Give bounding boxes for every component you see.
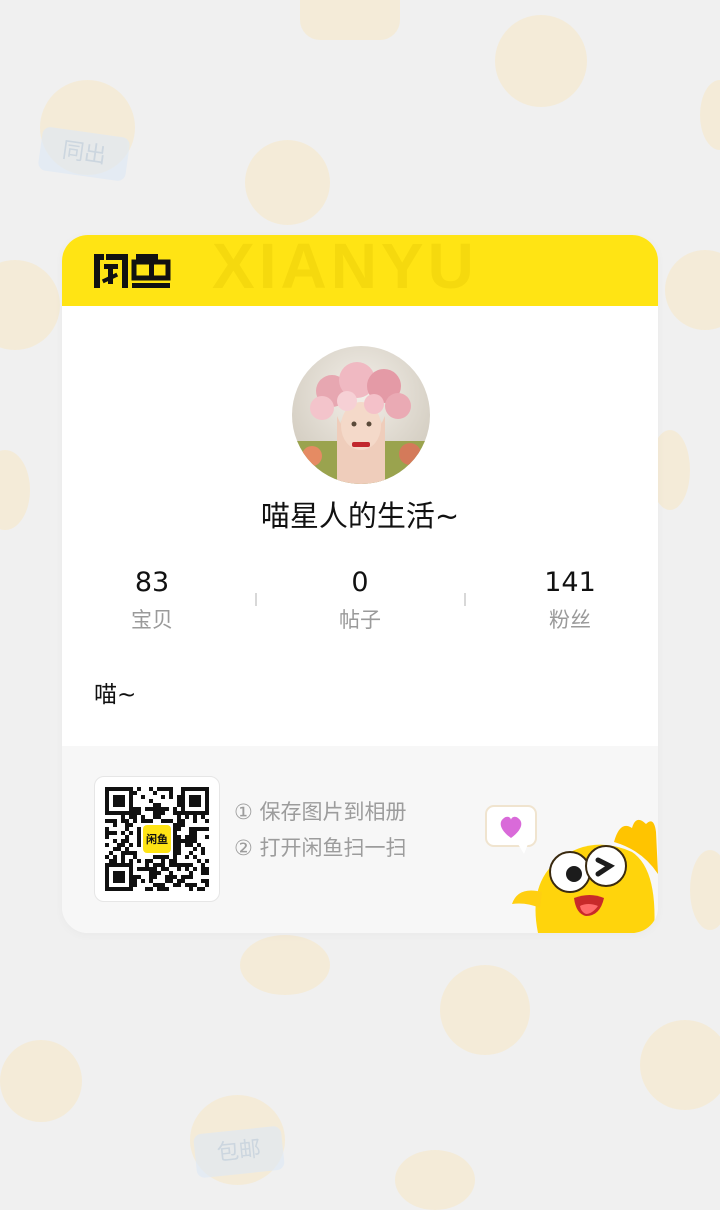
card-footer: 闲鱼 ① 保存图片到相册 ② 打开闲鱼扫一扫 <box>62 746 658 933</box>
bg-emoji-face <box>245 140 330 225</box>
stat-posts-value: 0 <box>351 567 369 598</box>
stat-items-label: 宝贝 <box>131 608 173 632</box>
avatar <box>292 346 430 484</box>
profile-share-card: XIANYU 喵星人的生活~ 83 宝贝 0 帖子 141 粉丝 喵~ 闲鱼 ①… <box>62 235 658 933</box>
bg-emoji-face <box>240 935 330 995</box>
stat-followers-value: 141 <box>544 567 596 598</box>
stat-items-value: 83 <box>134 567 170 598</box>
stat-posts[interactable]: 0 帖子 <box>300 565 420 639</box>
stat-followers-label: 粉丝 <box>549 608 591 632</box>
header-watermark: XIANYU <box>212 235 478 302</box>
instruction-scan: ② 打开闲鱼扫一扫 <box>234 836 407 860</box>
heart-bubble-icon <box>485 805 537 854</box>
bg-emoji-face <box>300 0 400 40</box>
xianyu-logo <box>94 254 171 288</box>
bg-emoji-face <box>665 250 720 330</box>
stat-items[interactable]: 83 宝贝 <box>92 565 212 639</box>
stat-followers[interactable]: 141 粉丝 <box>510 565 630 639</box>
bg-emoji-face <box>395 1150 475 1210</box>
avatar-image <box>292 346 430 484</box>
bg-emoji-face <box>640 1020 720 1110</box>
username: 喵星人的生活~ <box>260 499 460 533</box>
bg-emoji-face <box>0 1040 82 1122</box>
bg-emoji-face <box>0 450 30 530</box>
stat-posts-label: 帖子 <box>339 608 381 632</box>
instruction-save: ① 保存图片到相册 <box>234 800 407 824</box>
bg-emoji-face <box>690 850 720 930</box>
mascot-fish-icon <box>485 805 658 933</box>
bio-text: 喵~ <box>94 682 137 708</box>
card-header: XIANYU <box>62 235 658 306</box>
bg-tag-label: 包邮 <box>192 1125 286 1179</box>
stat-divider <box>255 593 257 606</box>
stat-divider <box>464 593 466 606</box>
qr-center-logo: 闲鱼 <box>146 832 168 846</box>
bg-emoji-face <box>495 15 587 107</box>
bg-emoji-face <box>440 965 530 1055</box>
bg-emoji-face <box>700 80 720 150</box>
bg-emoji-face <box>0 260 60 350</box>
qr-code-image: 闲鱼 <box>105 787 209 891</box>
qr-code[interactable]: 闲鱼 <box>94 776 220 902</box>
